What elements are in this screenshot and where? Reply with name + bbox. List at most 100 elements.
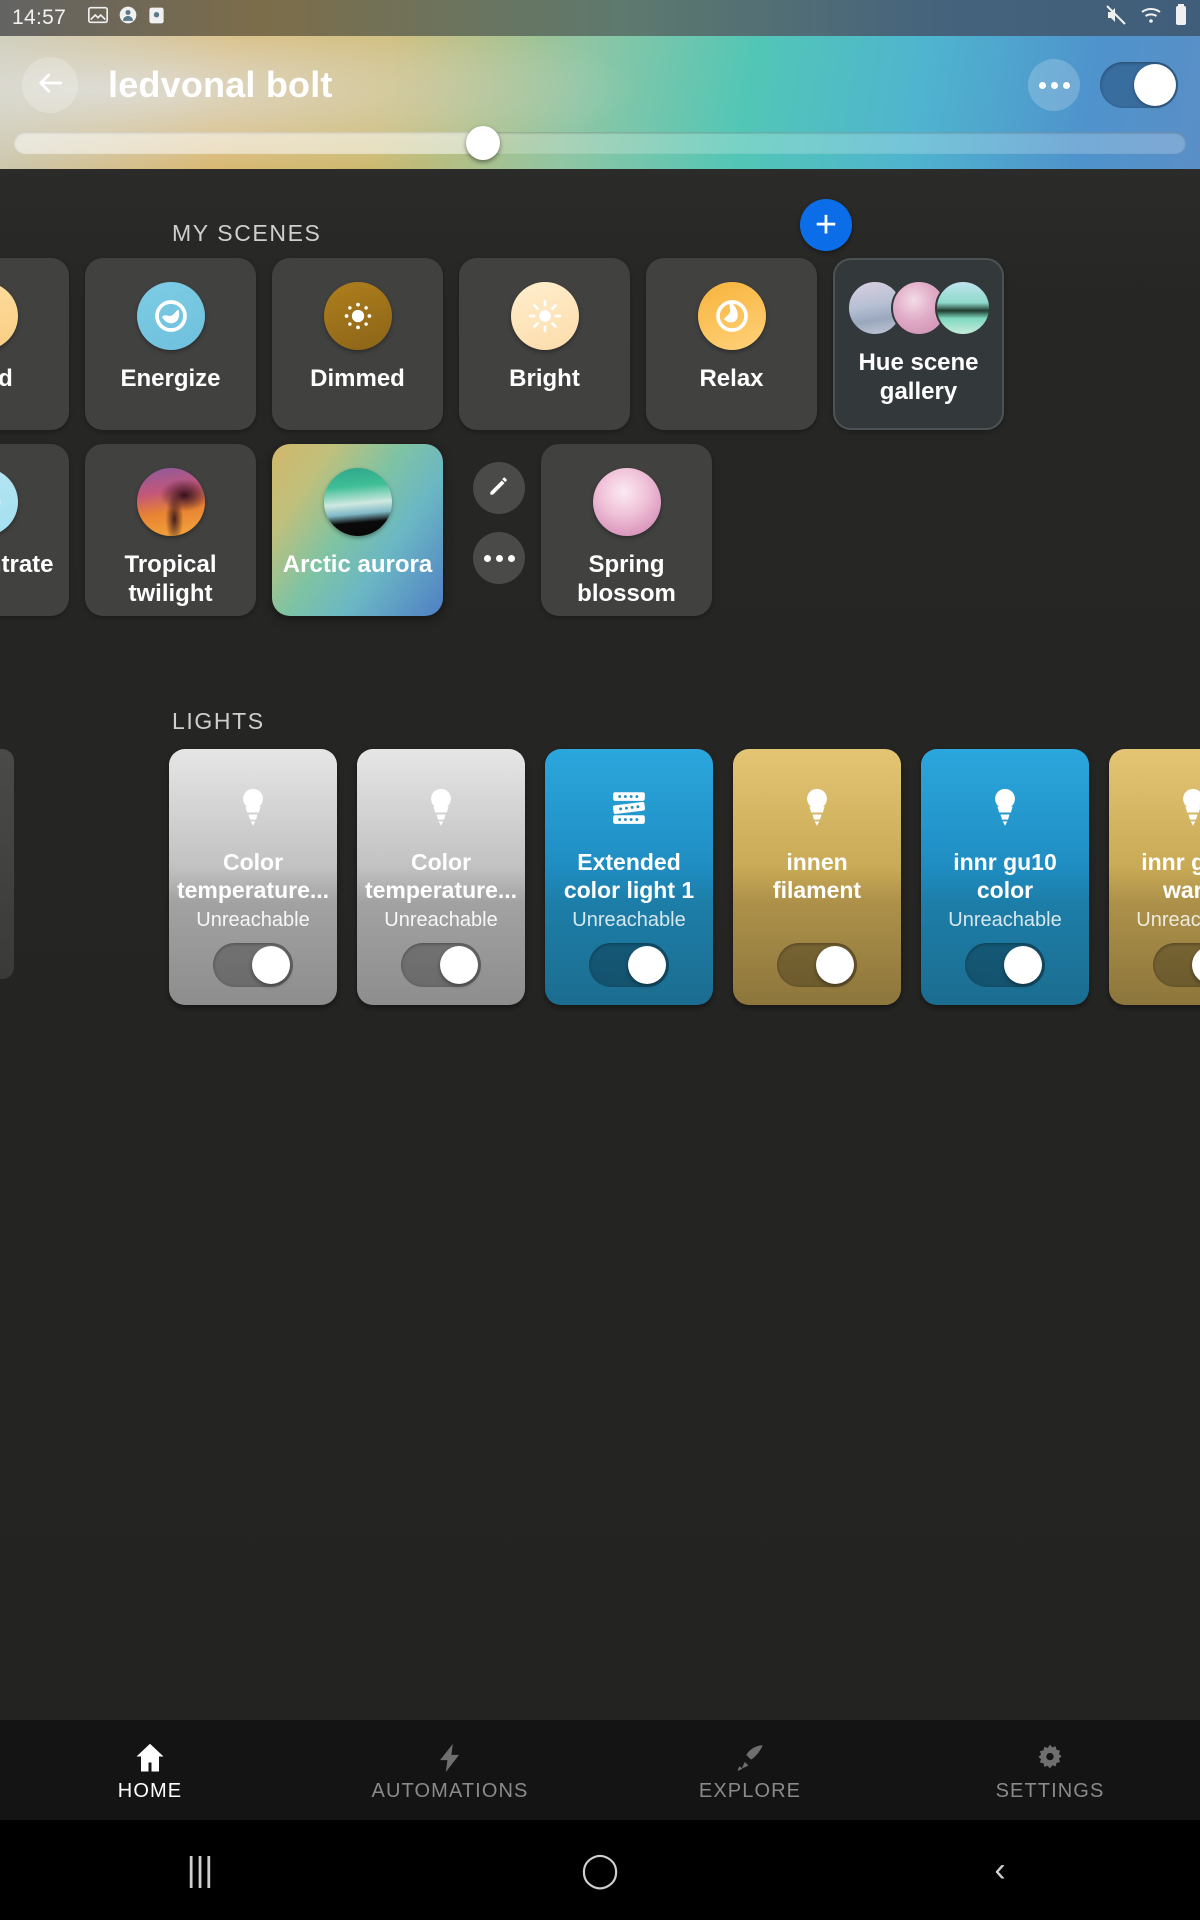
app-icon (147, 6, 166, 31)
scene-card-read[interactable]: Read (0, 258, 69, 430)
scene-card-arctic-aurora[interactable]: Arctic aurora (272, 444, 443, 616)
hue-scene-gallery-card[interactable]: Hue scene gallery (833, 258, 1004, 430)
light-name: innr gu10 warm (1141, 849, 1200, 903)
light-toggle[interactable] (589, 943, 669, 987)
home-icon (131, 1738, 169, 1776)
status-bar-left: 14:57 (12, 4, 166, 32)
header-row: ledvonal bolt (0, 46, 1200, 124)
back-button[interactable] (22, 57, 78, 113)
bulb-icon (1176, 781, 1200, 835)
light-card-innr-gu10-warm[interactable]: innr gu10 warm Unreachable (1109, 749, 1200, 1005)
image-icon (87, 4, 109, 32)
header-actions (1028, 59, 1178, 111)
concentrate-scene-icon (0, 468, 18, 536)
lightning-icon (433, 1738, 467, 1776)
scene-card-energize[interactable]: Energize (85, 258, 256, 430)
tab-label: SETTINGS (995, 1779, 1105, 1802)
mute-icon (1104, 3, 1128, 33)
bottom-tab-bar: HOME AUTOMATIONS EXPLORE SETTINGS (0, 1720, 1200, 1820)
toggle-knob (628, 946, 666, 984)
scene-label: Bright (509, 365, 580, 392)
scene-label: Concentrate (0, 551, 54, 578)
light-toggle[interactable] (777, 943, 857, 987)
spring-blossom-thumb (592, 468, 661, 536)
light-status: Unreachable (948, 909, 1062, 932)
gallery-thumbnails (846, 280, 991, 336)
scene-card-tropical-twilight[interactable]: Tropical twilight (85, 444, 256, 616)
light-toggle[interactable] (965, 943, 1045, 987)
status-bar-right (1104, 3, 1188, 33)
bulb-icon (988, 781, 1022, 835)
light-status: Unreachable (572, 909, 686, 932)
rocket-icon (732, 1738, 768, 1776)
scene-label: Dimmed (310, 365, 405, 392)
bulb-icon (236, 781, 270, 835)
tab-explore[interactable]: EXPLORE (600, 1738, 900, 1803)
tab-label: AUTOMATIONS (371, 1779, 529, 1802)
bright-scene-icon (510, 282, 579, 350)
pencil-icon (486, 473, 512, 504)
arrow-left-icon (34, 67, 66, 104)
bulb-icon (424, 781, 458, 835)
scenes-row-1: Read Energize Dimmed Bright (0, 258, 1098, 430)
energize-scene-icon (136, 282, 205, 350)
header-more-button[interactable] (1028, 59, 1080, 111)
room-power-toggle[interactable] (1100, 62, 1178, 108)
bulb-icon (800, 781, 834, 835)
toggle-knob (1192, 946, 1200, 984)
scene-label: Arctic aurora (282, 551, 433, 578)
scenes-section-title: MY SCENES (172, 220, 322, 246)
scene-label: Relax (699, 365, 764, 392)
lights-row: Color temperature... Unreachable Color t… (0, 749, 1200, 1005)
add-scene-button[interactable]: + (800, 199, 852, 251)
room-header: ledvonal bolt (0, 36, 1200, 169)
light-card-color-temperature-2[interactable]: Color temperature... Unreachable (357, 749, 525, 1005)
scene-card-concentrate[interactable]: Concentrate (0, 444, 69, 616)
home-button[interactable]: ◯ (540, 1850, 660, 1890)
phone-screen: 14:57 ledvonal bolt MY SCENES + d Energi… (0, 0, 1200, 1920)
light-status: Unreachable (384, 909, 498, 932)
edit-scene-button[interactable] (473, 462, 525, 514)
toggle-knob (816, 946, 854, 984)
android-nav-bar: ||| ◯ ‹ (0, 1820, 1200, 1920)
page-body: MY SCENES + Read Energize Dimmed (0, 169, 1200, 1740)
toggle-knob (1004, 946, 1042, 984)
recents-button[interactable]: ||| (140, 1851, 260, 1890)
status-clock: 14:57 (12, 6, 67, 29)
page-title: ledvonal bolt (108, 64, 333, 105)
brightness-slider[interactable] (14, 126, 1186, 160)
tab-automations[interactable]: AUTOMATIONS (300, 1738, 600, 1803)
brightness-knob[interactable] (465, 126, 500, 160)
light-name: Color temperature... (176, 849, 330, 903)
light-card-innr-gu10-color[interactable]: innr gu10 color Unreachable (921, 749, 1089, 1005)
scene-card-dimmed[interactable]: Dimmed (272, 258, 443, 430)
gallery-label: Hue scene gallery (858, 349, 979, 406)
relax-scene-icon (697, 282, 766, 350)
light-toggle[interactable] (401, 943, 481, 987)
scene-card-bright[interactable]: Bright (459, 258, 630, 430)
tab-label: HOME (117, 1779, 183, 1802)
light-toggle[interactable] (1153, 943, 1200, 987)
light-card-innen-filament[interactable]: innen filament (733, 749, 901, 1005)
island-lagoon-thumb (934, 280, 991, 336)
read-scene-icon (0, 282, 18, 350)
light-name: Color temperature... (364, 849, 518, 903)
light-toggle[interactable] (213, 943, 293, 987)
scene-action-buttons (473, 462, 525, 584)
tropical-twilight-thumb (136, 468, 205, 536)
arctic-aurora-thumb (323, 468, 392, 536)
more-horizontal-icon (1038, 81, 1046, 89)
light-status: Unreachable (196, 909, 310, 932)
light-name: Extended color light 1 (563, 849, 695, 903)
back-button[interactable]: ‹ (940, 1851, 1060, 1890)
light-card-extended-color-light-1[interactable]: Extended color light 1 Unreachable (545, 749, 713, 1005)
battery-icon (1174, 3, 1188, 33)
light-card-color-temperature-1[interactable]: Color temperature... Unreachable (169, 749, 337, 1005)
scene-card-relax[interactable]: Relax (646, 258, 817, 430)
tab-home[interactable]: HOME (0, 1738, 300, 1803)
scene-label: Read (0, 365, 13, 392)
brightness-fill (14, 132, 483, 154)
scene-more-button[interactable] (473, 532, 525, 584)
scene-card-spring-blossom[interactable]: Spring blossom (541, 444, 712, 616)
tab-settings[interactable]: SETTINGS (900, 1738, 1200, 1803)
